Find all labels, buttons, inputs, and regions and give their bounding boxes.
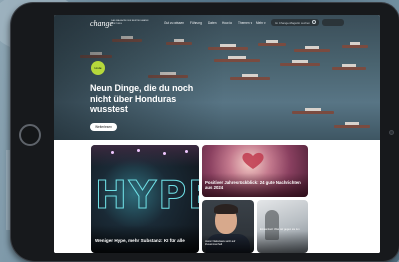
article-title[interactable]: Weniger Hype, mehr Substanz: KI für alle	[95, 238, 199, 244]
home-button[interactable]	[19, 124, 41, 146]
search-input[interactable]: Im Change-Magazin suchen	[271, 19, 319, 26]
category-badge[interactable]: Liste	[91, 61, 105, 75]
account-button[interactable]	[322, 19, 344, 26]
card-overlay	[257, 231, 308, 253]
ceiling-light	[111, 151, 114, 154]
nav-item-daten[interactable]: Daten	[208, 21, 217, 25]
hero-overlay	[54, 15, 224, 140]
article-grid: HYPE Weniger Hype, mehr Substanz: KI für…	[54, 140, 380, 253]
hero-section[interactable]: change DAS MAGAZIN DER BERTELSMANN STIFT…	[54, 15, 380, 140]
ship-shape	[230, 74, 270, 80]
article-card-jahresrueckblick[interactable]: Positiver Jahresrückblick: 24 gute Nachr…	[202, 145, 308, 197]
hero-title[interactable]: Neun Dinge, die du noch nicht über Hondu…	[90, 83, 210, 115]
article-title[interactable]: Einsamkeit: Was wir gegen sie tun	[260, 228, 306, 231]
logo-subtitle: DAS MAGAZIN DER BERTELSMANN STIFTUNG	[111, 20, 149, 25]
top-navigation: change DAS MAGAZIN DER BERTELSMANN STIFT…	[54, 15, 380, 31]
ship-shape	[280, 60, 320, 66]
heart-hands-graphic	[242, 152, 264, 169]
ceiling-light	[137, 149, 140, 152]
search-icon[interactable]	[312, 20, 316, 24]
site-logo[interactable]: change	[90, 19, 113, 28]
search-placeholder: Im Change-Magazin suchen	[275, 21, 310, 25]
nav-item-fuehrung[interactable]: Führung	[190, 21, 202, 25]
article-card-ki[interactable]: HYPE Weniger Hype, mehr Substanz: KI für…	[91, 145, 199, 253]
ship-shape	[294, 46, 330, 52]
ceiling-light	[163, 152, 166, 155]
article-title[interactable]: Positiver Jahresrückblick: 24 gute Nachr…	[205, 180, 305, 190]
nav-item-themen[interactable]: Themen ▾	[238, 21, 252, 25]
ship-shape	[292, 108, 334, 114]
ship-shape	[334, 122, 370, 128]
tablet-screen: change DAS MAGAZIN DER BERTELSMANN STIFT…	[54, 15, 380, 253]
read-more-button[interactable]: Weiterlesen	[90, 123, 117, 131]
article-title[interactable]: Jason Nakazawa setzt auf Zusammenhalt	[205, 240, 252, 246]
portrait-hair	[214, 204, 238, 214]
nav-item-gut-zu-wissen[interactable]: Gut zu wissen	[164, 21, 184, 25]
nav-item-how-to[interactable]: How-to	[222, 21, 232, 25]
nav-item-mehr[interactable]: Mehr ▾	[256, 21, 266, 25]
neon-sign-graphic: HYPE	[94, 173, 199, 218]
article-card-portrait[interactable]: Jason Nakazawa setzt auf Zusammenhalt	[202, 200, 254, 253]
camera-icon	[389, 130, 394, 135]
ship-shape	[258, 40, 286, 46]
ship-shape	[332, 64, 366, 70]
card-image-ceiling	[91, 145, 199, 167]
ship-shape	[342, 42, 368, 48]
article-card-einsamkeit[interactable]: Einsamkeit: Was wir gegen sie tun	[257, 200, 308, 253]
ceiling-light	[185, 150, 188, 153]
tablet-device: change DAS MAGAZIN DER BERTELSMANN STIFT…	[11, 3, 399, 261]
